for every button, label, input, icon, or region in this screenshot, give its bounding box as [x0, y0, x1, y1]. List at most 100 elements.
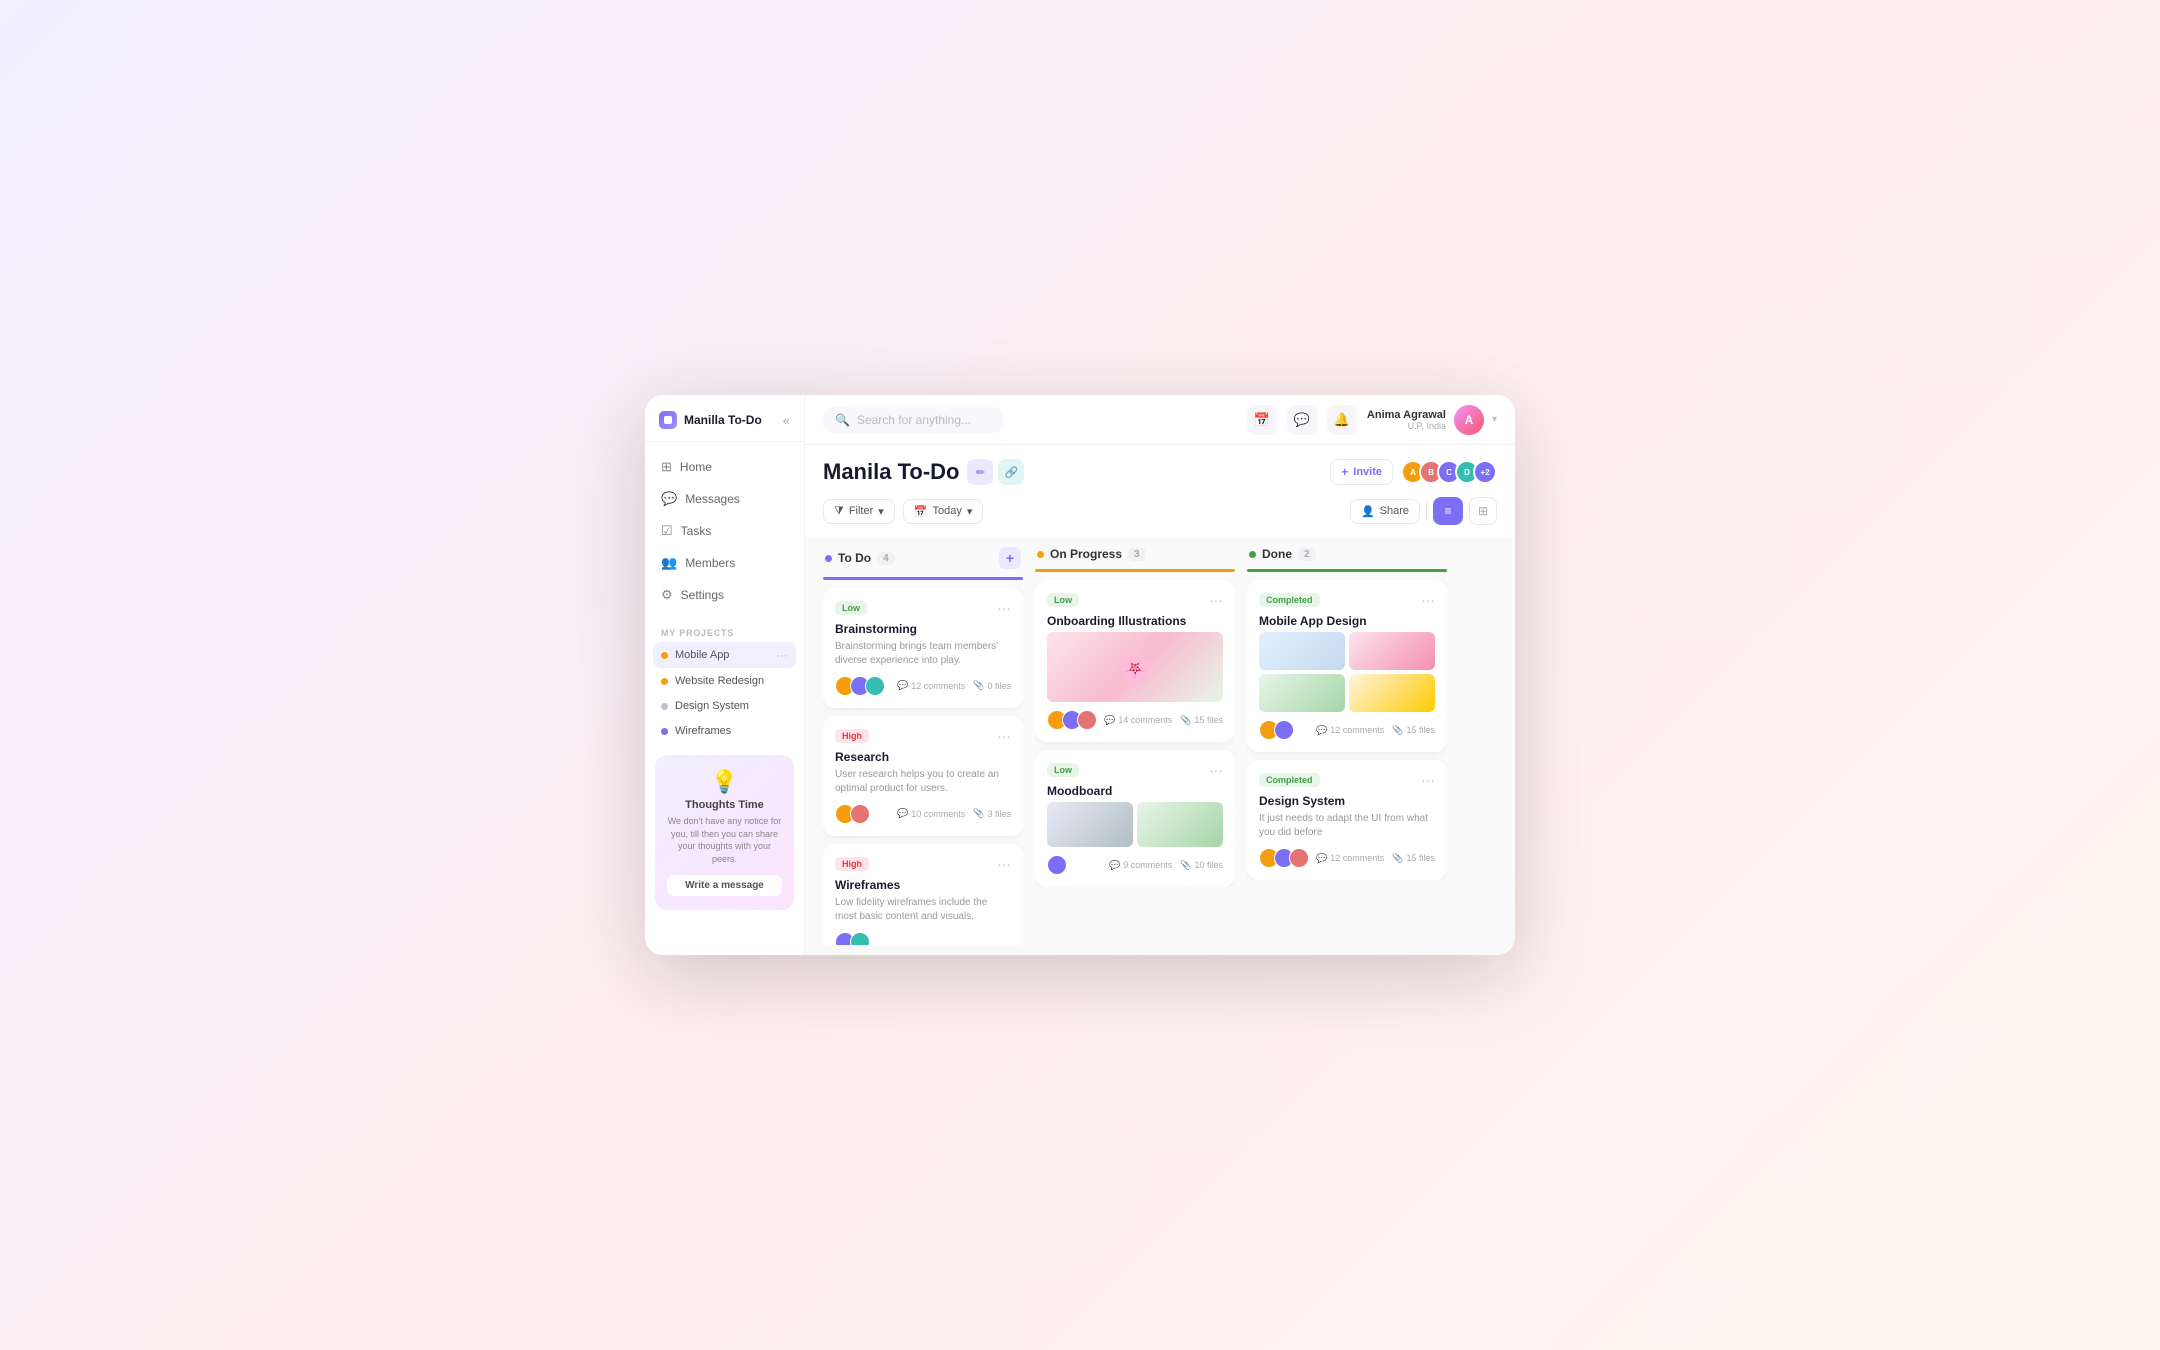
- card-menu-icon[interactable]: ···: [1421, 592, 1435, 608]
- file-icon: 📎: [1392, 725, 1403, 736]
- user-info: Anima Agrawal U.P, India: [1367, 409, 1446, 431]
- app-window: Manilla To-Do « ⊞ Home 💬 Messages ☑ Task…: [645, 395, 1515, 955]
- sidebar-item-members[interactable]: 👥 Members: [653, 548, 796, 578]
- sidebar-item-label: Messages: [685, 492, 740, 506]
- sidebar-item-label: Settings: [681, 588, 724, 602]
- project-item-website[interactable]: Website Redesign: [653, 669, 796, 693]
- user-avatar[interactable]: A: [1454, 405, 1484, 435]
- list-view-button[interactable]: ≡: [1433, 497, 1463, 525]
- tasks-icon: ☑: [661, 523, 673, 539]
- card-menu-icon[interactable]: ···: [997, 600, 1011, 616]
- done-image-1: [1259, 632, 1345, 670]
- card-menu-icon[interactable]: ···: [1209, 762, 1223, 778]
- sidebar-item-tasks[interactable]: ☑ Tasks: [653, 516, 796, 546]
- invite-button[interactable]: + Invite: [1330, 459, 1393, 485]
- toolbar-left: ⧩ Filter ▾ 📅 Today ▾: [823, 499, 983, 524]
- sidebar-item-label: Members: [685, 556, 735, 570]
- card-menu-icon[interactable]: ···: [1421, 772, 1435, 788]
- user-location: U.P, India: [1367, 421, 1446, 431]
- card-title: Wireframes: [835, 878, 1011, 892]
- file-icon: 📎: [1180, 715, 1191, 726]
- col-count-inprogress: 3: [1128, 548, 1146, 561]
- card-stats: 💬 9 comments 📎 10 files: [1109, 860, 1223, 871]
- card-avatars: [835, 804, 870, 824]
- board-title-left: Manila To-Do ✏ 🔗: [823, 459, 1024, 485]
- col-header-todo: To Do 4 +: [823, 547, 1023, 569]
- today-chevron-icon: ▾: [967, 505, 973, 518]
- mood-image-2: [1137, 802, 1223, 847]
- priority-badge: High: [835, 729, 869, 743]
- link-icon-btn[interactable]: 🔗: [998, 459, 1024, 485]
- files-count: 0 files: [987, 681, 1011, 691]
- comment-icon: 💬: [1316, 725, 1327, 736]
- thoughts-desc: We don't have any notice for you, till t…: [667, 815, 782, 865]
- search-box[interactable]: 🔍 Search for anything...: [823, 407, 1003, 433]
- chat-icon-btn[interactable]: 💬: [1287, 405, 1317, 435]
- done-cards: Completed ··· Mobile App Design: [1247, 580, 1447, 880]
- project-item-wireframes[interactable]: Wireframes: [653, 719, 796, 743]
- grid-view-button[interactable]: ⊞: [1469, 497, 1497, 525]
- topbar-icons: 📅 💬 🔔 Anima Agrawal U.P, India A ▾: [1247, 405, 1497, 435]
- sidebar-nav: ⊞ Home 💬 Messages ☑ Tasks 👥 Members ⚙ Se…: [645, 442, 804, 620]
- sidebar-item-settings[interactable]: ⚙ Settings: [653, 580, 796, 610]
- today-button[interactable]: 📅 Today ▾: [903, 499, 984, 524]
- card-avatars: [1047, 855, 1067, 875]
- board-title-row: Manila To-Do ✏ 🔗 + Invite A: [823, 459, 1497, 485]
- col-dot-done: [1249, 551, 1256, 558]
- thoughts-icon: 💡: [667, 769, 782, 795]
- home-icon: ⊞: [661, 459, 672, 475]
- card-desc: Brainstorming brings team members' diver…: [835, 640, 1011, 668]
- card-mobile-app-design: Completed ··· Mobile App Design: [1247, 580, 1447, 752]
- project-item-mobile-app[interactable]: Mobile App ···: [653, 642, 796, 668]
- files-stat: 📎 15 files: [1392, 853, 1435, 864]
- search-icon: 🔍: [835, 413, 850, 427]
- user-dropdown-icon[interactable]: ▾: [1492, 414, 1497, 425]
- share-button[interactable]: 👤 Share: [1350, 499, 1420, 524]
- comments-count: 12 comments: [1330, 853, 1384, 863]
- moodboard-images: [1047, 802, 1223, 847]
- priority-badge: High: [835, 857, 869, 871]
- column-done: Done 2 Completed ··· Mobile App Desig: [1247, 547, 1447, 945]
- notifications-icon-btn[interactable]: 🔔: [1327, 405, 1357, 435]
- done-images: [1259, 632, 1435, 712]
- project-item-design-system[interactable]: Design System: [653, 694, 796, 718]
- edit-icon-btn[interactable]: ✏: [967, 459, 993, 485]
- card-menu-icon[interactable]: ···: [997, 856, 1011, 872]
- filter-icon: ⧩: [834, 505, 844, 518]
- sidebar-header: Manilla To-Do «: [645, 395, 804, 442]
- file-icon: 📎: [973, 808, 984, 819]
- card-onboarding: Low ··· Onboarding Illustrations 🌸: [1035, 580, 1235, 742]
- col-add-todo[interactable]: +: [999, 547, 1021, 569]
- col-header-inprogress: On Progress 3: [1035, 547, 1235, 561]
- card-menu-icon[interactable]: ···: [1209, 592, 1223, 608]
- files-count: 3 files: [987, 809, 1011, 819]
- filter-button[interactable]: ⧩ Filter ▾: [823, 499, 895, 524]
- comments-stat: 💬 12 comments: [897, 680, 965, 691]
- card-stats: 💬 12 comments 📎 15 files: [1316, 725, 1435, 736]
- sidebar-item-messages[interactable]: 💬 Messages: [653, 484, 796, 514]
- card-title: Brainstorming: [835, 622, 1011, 636]
- files-stat: 📎 15 files: [1180, 715, 1223, 726]
- card-avatar: [1274, 720, 1294, 740]
- card-desc: Low fidelity wireframes include the most…: [835, 896, 1011, 924]
- col-progress-done: [1247, 569, 1447, 572]
- write-message-button[interactable]: Write a message: [667, 875, 782, 896]
- card-menu-icon[interactable]: ···: [997, 728, 1011, 744]
- col-progress-inprogress: [1035, 569, 1235, 572]
- files-stat: 📎 0 files: [973, 680, 1011, 691]
- calendar-small-icon: 📅: [914, 505, 928, 518]
- project-name: Wireframes: [675, 725, 731, 737]
- thoughts-title: Thoughts Time: [667, 799, 782, 811]
- sidebar-logo: Manilla To-Do: [659, 411, 762, 429]
- settings-icon: ⚙: [661, 587, 673, 603]
- card-avatars: [1259, 848, 1309, 868]
- card-stats: 💬 10 comments 📎 3 files: [897, 808, 1011, 819]
- sidebar-item-home[interactable]: ⊞ Home: [653, 452, 796, 482]
- inprogress-cards: Low ··· Onboarding Illustrations 🌸: [1035, 580, 1235, 887]
- card-avatar: [1047, 855, 1067, 875]
- calendar-icon-btn[interactable]: 📅: [1247, 405, 1277, 435]
- project-more-icon[interactable]: ···: [776, 648, 788, 662]
- sidebar-collapse-btn[interactable]: «: [783, 413, 790, 428]
- projects-section-label: MY PROJECTS: [645, 620, 804, 642]
- card-wireframes: High ··· Wireframes Low fidelity wirefra…: [823, 844, 1023, 945]
